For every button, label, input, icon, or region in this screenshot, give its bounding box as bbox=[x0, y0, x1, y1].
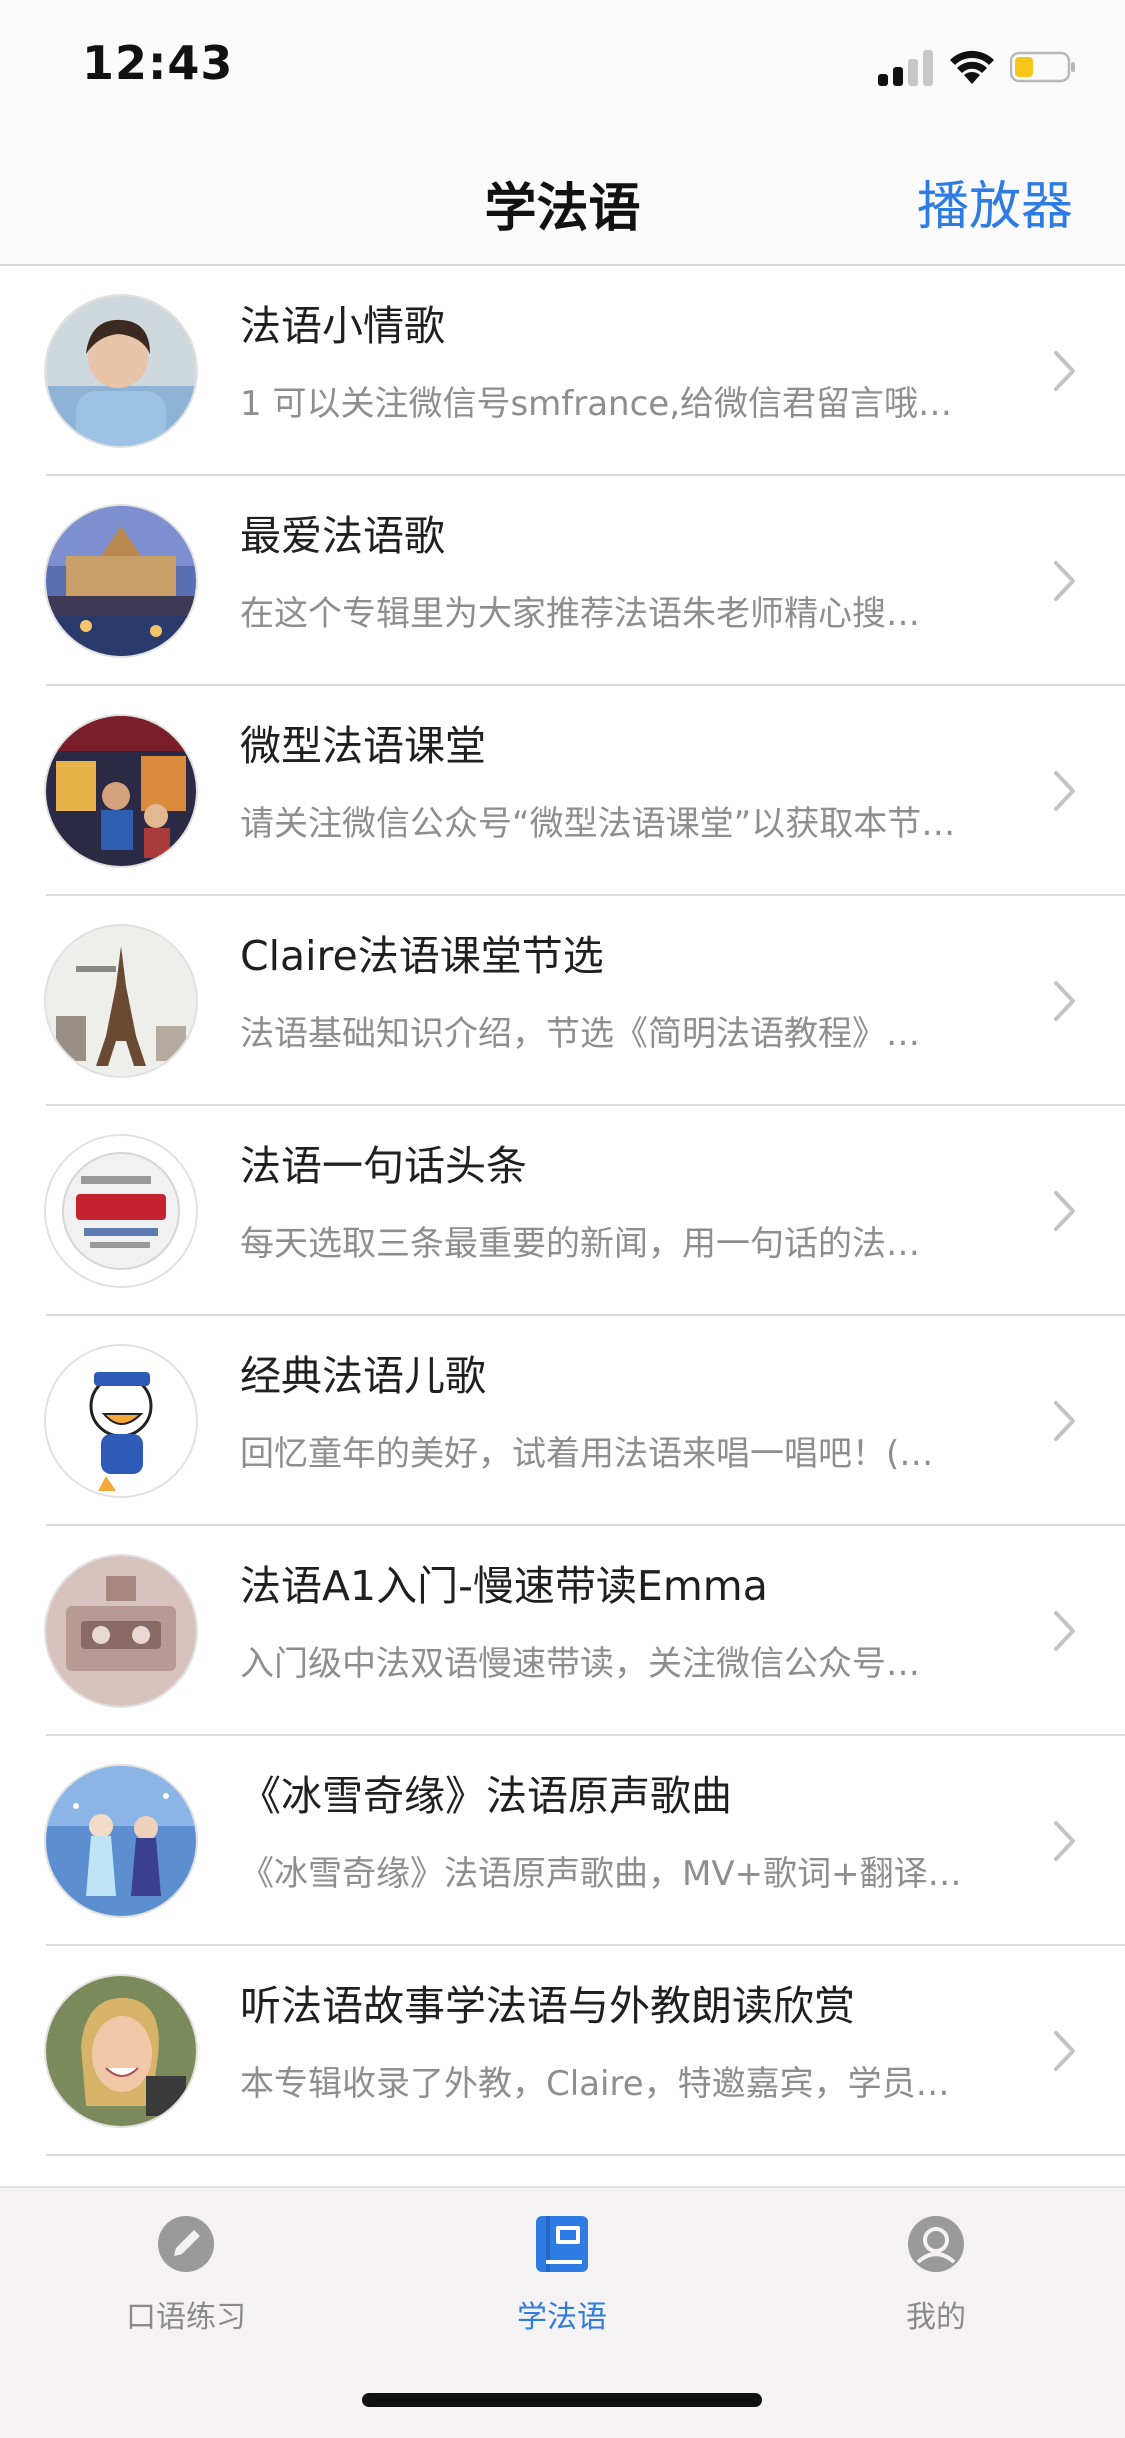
home-indicator bbox=[362, 2393, 762, 2407]
chevron-right-icon bbox=[1054, 1611, 1075, 1651]
cafe-painting-photo-avatar bbox=[46, 716, 196, 866]
chevron-right-icon bbox=[1054, 1191, 1075, 1231]
chevron-right-icon bbox=[1054, 981, 1075, 1021]
pencil-icon bbox=[158, 2216, 214, 2272]
chevron-right-icon bbox=[1054, 2031, 1075, 2071]
book-icon bbox=[536, 2216, 588, 2272]
list-item-subtitle: 在这个专辑里为大家推荐法语朱老师精心搜… bbox=[240, 594, 920, 634]
news-word-ball-avatar bbox=[46, 1136, 196, 1286]
chevron-right-icon bbox=[1054, 771, 1075, 811]
list-item-subtitle: 回忆童年的美好，试着用法语来唱一唱吧！(… bbox=[240, 1434, 934, 1474]
chevron-right-icon bbox=[1054, 561, 1075, 601]
tab-speaking-practice[interactable]: 口语练习 bbox=[56, 2212, 316, 2336]
list-item-title: 经典法语儿歌 bbox=[240, 1352, 486, 1400]
tab-label: 学法语 bbox=[517, 2300, 607, 2335]
list-item-subtitle: 入门级中法双语慢速带读，关注微信公众号… bbox=[240, 1644, 920, 1684]
list-item-subtitle: 每天选取三条最重要的新闻，用一句话的法… bbox=[240, 1224, 920, 1264]
tab-label: 我的 bbox=[906, 2300, 966, 2335]
profile-icon bbox=[908, 2216, 964, 2272]
list-item-title: 微型法语课堂 bbox=[240, 722, 486, 770]
cartoon-duck-avatar bbox=[46, 1346, 196, 1496]
divider bbox=[46, 2154, 1125, 2156]
list-item[interactable]: 最爱法语歌 在这个专辑里为大家推荐法语朱老师精心搜… bbox=[0, 476, 1125, 686]
eiffel-tower-photo-avatar bbox=[46, 926, 196, 1076]
paris-bridge-photo-avatar bbox=[46, 506, 196, 656]
tab-label: 口语练习 bbox=[126, 2300, 246, 2335]
list-item[interactable]: 听法语故事学法语与外教朗读欣赏 本专辑收录了外教，Claire，特邀嘉宾，学员… bbox=[0, 1946, 1125, 2156]
frozen-photo-avatar bbox=[46, 1766, 196, 1916]
list-item-title: 听法语故事学法语与外教朗读欣赏 bbox=[240, 1982, 855, 2030]
list-item[interactable]: 法语A1入门-慢速带读Emma 入门级中法双语慢速带读，关注微信公众号… bbox=[0, 1526, 1125, 1736]
status-bar: 12:43 bbox=[0, 0, 1125, 132]
list-item[interactable]: 经典法语儿歌 回忆童年的美好，试着用法语来唱一唱吧！(… bbox=[0, 1316, 1125, 1526]
list-item-title: 法语小情歌 bbox=[240, 302, 445, 350]
chevron-right-icon bbox=[1054, 1401, 1075, 1441]
list-item-subtitle: 法语基础知识介绍，节选《简明法语教程》… bbox=[240, 1014, 920, 1054]
smiling-woman-photo-avatar bbox=[46, 1976, 196, 2126]
list-item-subtitle: 本专辑收录了外教，Claire，特邀嘉宾，学员… bbox=[240, 2064, 950, 2104]
status-time: 12:43 bbox=[82, 36, 234, 90]
wifi-icon bbox=[950, 50, 994, 84]
cassette-photo-avatar bbox=[46, 1556, 196, 1706]
album-list: 法语小情歌 1 可以关注微信号smfrance,给微信君留言哦… 最爱法语歌 在… bbox=[0, 266, 1125, 2156]
list-item-title: 《冰雪奇缘》法语原声歌曲 bbox=[240, 1772, 732, 1820]
list-item-title: Claire法语课堂节选 bbox=[240, 932, 604, 980]
tab-learn-french[interactable]: 学法语 bbox=[432, 2212, 692, 2336]
tab-me[interactable]: 我的 bbox=[806, 2212, 1066, 2336]
list-item-subtitle: 《冰雪奇缘》法语原声歌曲，MV+歌词+翻译… bbox=[240, 1854, 962, 1894]
battery-icon bbox=[1010, 51, 1075, 83]
list-item-title: 法语一句话头条 bbox=[240, 1142, 527, 1190]
list-item[interactable]: 《冰雪奇缘》法语原声歌曲 《冰雪奇缘》法语原声歌曲，MV+歌词+翻译… bbox=[0, 1736, 1125, 1946]
list-item-title: 法语A1入门-慢速带读Emma bbox=[240, 1562, 768, 1610]
cellular-signal-icon bbox=[878, 48, 934, 86]
list-item[interactable]: 微型法语课堂 请关注微信公众号“微型法语课堂”以获取本节… bbox=[0, 686, 1125, 896]
list-item-title: 最爱法语歌 bbox=[240, 512, 445, 560]
player-button[interactable]: 播放器 bbox=[917, 164, 1073, 239]
list-item-subtitle: 请关注微信公众号“微型法语课堂”以获取本节… bbox=[240, 804, 956, 844]
chevron-right-icon bbox=[1054, 351, 1075, 391]
list-item[interactable]: 法语一句话头条 每天选取三条最重要的新闻，用一句话的法… bbox=[0, 1106, 1125, 1316]
chevron-right-icon bbox=[1054, 1821, 1075, 1861]
list-item-subtitle: 1 可以关注微信号smfrance,给微信君留言哦… bbox=[240, 384, 953, 424]
navigation-bar: 学法语 播放器 bbox=[0, 132, 1125, 266]
list-item[interactable]: Claire法语课堂节选 法语基础知识介绍，节选《简明法语教程》… bbox=[0, 896, 1125, 1106]
list-item[interactable]: 法语小情歌 1 可以关注微信号smfrance,给微信君留言哦… bbox=[0, 266, 1125, 476]
portrait-photo-avatar bbox=[46, 296, 196, 446]
